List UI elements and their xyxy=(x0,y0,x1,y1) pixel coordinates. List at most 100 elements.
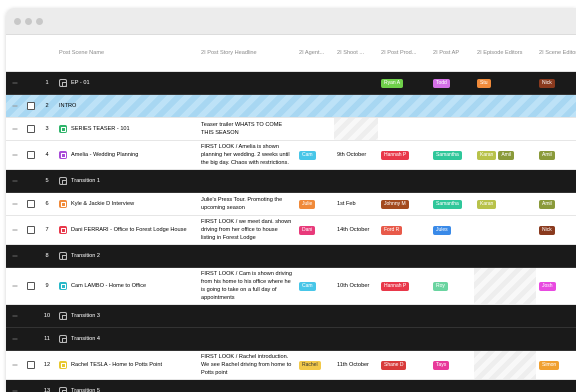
table-row[interactable]: ═ 12 Rachel TESLA - Home to Potts Point FIR… xyxy=(6,351,576,380)
table-row[interactable]: ═ 10 Transition 3 xyxy=(6,305,576,328)
post-producer-tag[interactable]: Hannah P xyxy=(381,150,410,160)
agent-cell[interactable]: Julie xyxy=(296,199,334,209)
row-checkbox[interactable] xyxy=(27,361,35,369)
col-header-ap[interactable]: 2I Post AP xyxy=(430,50,474,56)
episode-editors-cell[interactable] xyxy=(474,268,536,304)
drag-handle-icon[interactable]: ═ xyxy=(6,253,24,260)
col-header-scene-editor[interactable]: 2I Scene Editor xyxy=(536,50,576,56)
agent-tag[interactable]: Dani xyxy=(299,225,316,235)
post-producer-cell[interactable]: Shane D xyxy=(378,360,430,370)
episode-editor-tag[interactable]: Stu xyxy=(477,78,491,88)
table-row[interactable]: ═ 11 Transition 4 xyxy=(6,328,576,351)
shoot-date-cell[interactable]: 11th October xyxy=(334,362,378,368)
table-row[interactable]: ═ 5 Transition 1 xyxy=(6,170,576,193)
drag-handle-icon[interactable]: ═ xyxy=(6,227,24,234)
row-checkbox[interactable] xyxy=(27,151,35,159)
row-checkbox-cell[interactable] xyxy=(24,102,38,110)
post-producer-cell[interactable]: Hannah P xyxy=(378,150,430,160)
scene-editor-tag[interactable]: Josh xyxy=(539,281,556,291)
table-row[interactable]: ═ 3 SERIES TEASER - 101 Teaser trailer WHAT… xyxy=(6,118,576,141)
scene-name[interactable]: Rachel TESLA - Home to Potts Point xyxy=(71,362,162,368)
post-producer-tag[interactable]: Shane D xyxy=(381,360,407,370)
agent-tag[interactable]: Cam xyxy=(299,281,316,291)
agent-tag[interactable]: Cam xyxy=(299,150,316,160)
drag-handle-icon[interactable]: ═ xyxy=(6,152,24,159)
scene-name-cell[interactable]: Transition 4 xyxy=(56,335,198,343)
post-ap-cell[interactable]: Jules xyxy=(430,225,474,235)
scene-name[interactable]: SERIES TEASER - 101 xyxy=(71,126,130,132)
scene-name[interactable]: Transition 5 xyxy=(71,388,100,392)
scene-editor-tag[interactable]: Nick xyxy=(539,78,555,88)
scene-name[interactable]: Transition 3 xyxy=(71,313,100,319)
scene-name[interactable]: Transition 2 xyxy=(71,253,100,259)
scene-name-cell[interactable]: Transition 1 xyxy=(56,177,198,185)
scene-name-cell[interactable]: Transition 5 xyxy=(56,387,198,392)
scene-name-cell[interactable]: Transition 3 xyxy=(56,312,198,320)
headline-cell[interactable]: FIRST LOOK / Amelia is shown planning he… xyxy=(198,143,296,168)
post-ap-tag[interactable]: Jules xyxy=(433,225,451,235)
table-row[interactable]: ═ 9 Cam LAMBO - Home to Office FIRST LOOK /… xyxy=(6,268,576,305)
post-ap-cell[interactable]: Roy xyxy=(430,281,474,291)
post-producer-tag[interactable]: Ryan A xyxy=(381,78,404,88)
post-ap-cell[interactable]: Samantha xyxy=(430,150,474,160)
scene-editor-cell[interactable]: Nick xyxy=(536,225,576,235)
drag-handle-icon[interactable]: ═ xyxy=(6,362,24,369)
row-checkbox[interactable] xyxy=(27,282,35,290)
post-ap-tag[interactable]: Roy xyxy=(433,281,448,291)
shoot-date-cell[interactable]: 10th October xyxy=(334,283,378,289)
scene-editor-cell[interactable]: Amil xyxy=(536,150,576,160)
shoot-date-cell[interactable] xyxy=(334,118,378,140)
scene-name-cell[interactable]: SERIES TEASER - 101 xyxy=(56,125,198,133)
episode-editors-cell[interactable]: Stu xyxy=(474,78,536,88)
table-row[interactable]: ═ 13 Transition 5 xyxy=(6,380,576,392)
scene-name[interactable]: Kyle & Jackie D Interview xyxy=(71,201,134,207)
table-row[interactable]: ═ 7 Dani FERRARI - Office to Forest Lodge … xyxy=(6,216,576,245)
scene-name[interactable]: Cam LAMBO - Home to Office xyxy=(71,283,146,289)
agent-cell[interactable]: Dani xyxy=(296,225,334,235)
table-row[interactable]: ═ 4 Amelia - Wedding Planning FIRST LOOK / … xyxy=(6,141,576,170)
scene-name[interactable]: EP - 01 xyxy=(71,80,90,86)
scene-name[interactable]: INTRO xyxy=(59,103,76,109)
table-row[interactable]: ═ 2 INTRO xyxy=(6,95,576,118)
row-checkbox-cell[interactable] xyxy=(24,226,38,234)
shoot-date-cell[interactable]: 9th October xyxy=(334,152,378,158)
post-producer-cell[interactable]: Hannah P xyxy=(378,281,430,291)
episode-editors-cell[interactable] xyxy=(474,351,536,379)
row-checkbox[interactable] xyxy=(27,102,35,110)
agent-cell[interactable]: Cam xyxy=(296,150,334,160)
post-producer-cell[interactable]: Ford R xyxy=(378,225,430,235)
episode-editors-cell[interactable]: Karan Amil xyxy=(474,150,536,160)
row-checkbox-cell[interactable] xyxy=(24,200,38,208)
post-producer-tag[interactable]: Johnny M xyxy=(381,199,409,209)
table-row[interactable]: ═ 8 Transition 2 xyxy=(6,245,576,268)
post-producer-cell[interactable]: Johnny M xyxy=(378,199,430,209)
post-ap-cell[interactable]: Tays xyxy=(430,360,474,370)
table-row[interactable]: ═ 6 Kyle & Jackie D Interview Julie's Press… xyxy=(6,193,576,216)
episode-editor-tag[interactable]: Karan xyxy=(477,199,497,209)
col-header-prod[interactable]: 2I Post Prod... xyxy=(378,50,430,56)
drag-handle-icon[interactable]: ═ xyxy=(6,103,24,110)
drag-handle-icon[interactable]: ═ xyxy=(6,80,24,87)
row-checkbox-cell[interactable] xyxy=(24,282,38,290)
post-producer-tag[interactable]: Hannah P xyxy=(381,281,410,291)
minimize-dot-icon[interactable] xyxy=(25,18,32,25)
episode-editor-tag[interactable]: Karan xyxy=(477,150,497,160)
shoot-date-cell[interactable]: 1st Feb xyxy=(334,201,378,207)
scene-name-cell[interactable]: EP - 01 xyxy=(56,79,198,87)
scene-name-cell[interactable]: Dani FERRARI - Office to Forest Lodge Ho… xyxy=(56,226,198,234)
post-producer-cell[interactable]: Ryan A xyxy=(378,78,430,88)
post-ap-tag[interactable]: Tays xyxy=(433,360,450,370)
headline-cell[interactable]: FIRST LOOK / Cam is shown driving from h… xyxy=(198,270,296,303)
post-ap-tag[interactable]: Samantha xyxy=(433,199,462,209)
post-ap-cell[interactable]: Todd xyxy=(430,78,474,88)
drag-handle-icon[interactable]: ═ xyxy=(6,126,24,133)
close-dot-icon[interactable] xyxy=(14,18,21,25)
agent-cell[interactable]: Cam xyxy=(296,281,334,291)
headline-cell[interactable]: Teaser trailer WHATS TO COME THIS SEASON xyxy=(198,121,296,137)
col-header-scene[interactable]: Post Scene Name xyxy=(56,50,198,56)
row-checkbox[interactable] xyxy=(27,200,35,208)
scene-editor-tag[interactable]: Simon xyxy=(539,360,560,370)
row-checkbox-cell[interactable] xyxy=(24,151,38,159)
post-ap-tag[interactable]: Samantha xyxy=(433,150,462,160)
scene-name-cell[interactable]: Transition 2 xyxy=(56,252,198,260)
